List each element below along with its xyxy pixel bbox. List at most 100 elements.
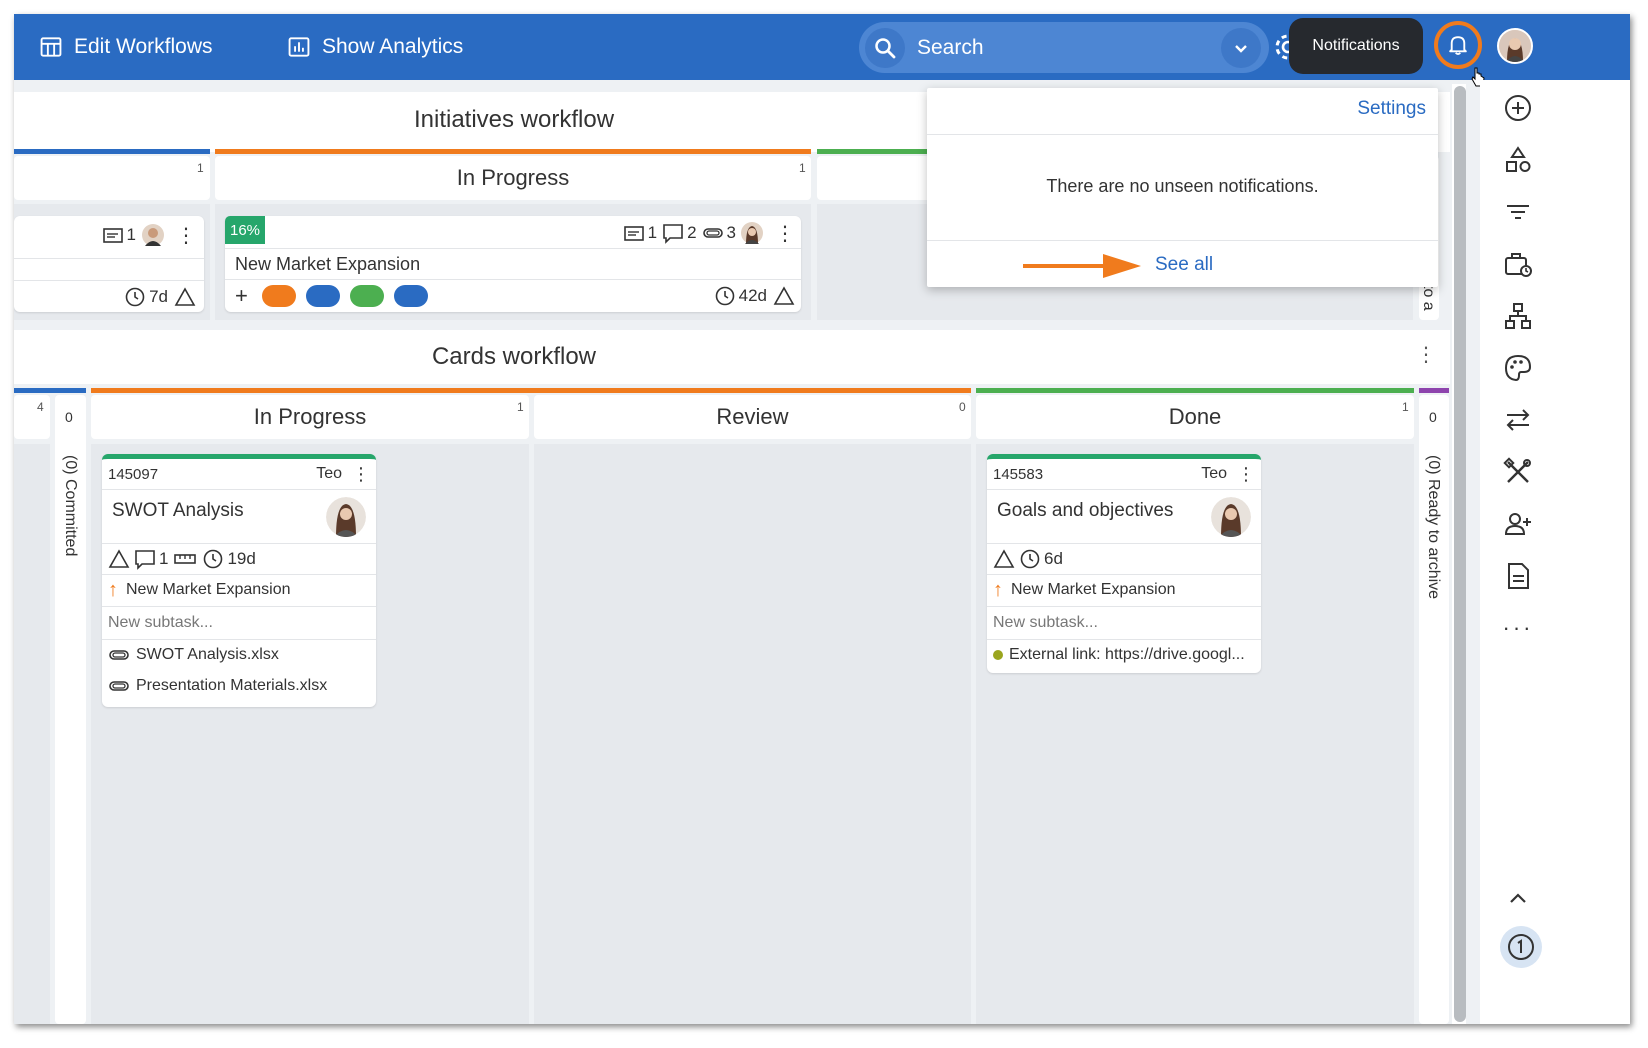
committed-column[interactable]: 0 (0) Committed [55, 395, 86, 1024]
see-all-link[interactable]: See all [1155, 254, 1213, 276]
search-icon[interactable] [865, 27, 905, 68]
tools-icon[interactable] [1500, 454, 1536, 490]
initiatives-col2-count: 1 [796, 161, 809, 175]
ready-to-archive-column[interactable]: 0 (0) Ready to archive [1419, 395, 1449, 1024]
attachments-count: 3 [726, 223, 736, 242]
link-dot-icon [993, 650, 1003, 660]
scrollbar-thumb[interactable] [1454, 86, 1466, 1022]
briefcase-clock-icon[interactable] [1500, 246, 1536, 282]
cards-col1-body [14, 444, 50, 1024]
initiatives-col2-bar [215, 149, 811, 154]
cards-col-review-header[interactable]: Review [534, 395, 971, 439]
app-frame: Edit Workflows Show Analytics Notificati… [14, 14, 1630, 1024]
tag-pill[interactable] [349, 285, 384, 307]
archive-label: (0) Ready to archive [1425, 455, 1442, 600]
paperclip-icon [108, 644, 130, 666]
warning-icon [993, 548, 1015, 570]
more-horizontal-icon[interactable]: ··· [1500, 610, 1536, 646]
initiatives-col1-header [14, 156, 210, 200]
cards-col-progress-bar [91, 388, 971, 393]
edit-workflows-label: Edit Workflows [74, 35, 213, 58]
more-icon[interactable]: ⋮ [352, 464, 370, 485]
review-count: 0 [956, 400, 969, 414]
top-bar: Edit Workflows Show Analytics Notificati… [14, 14, 1630, 80]
shapes-icon[interactable] [1500, 142, 1536, 178]
add-tag-icon[interactable]: + [235, 283, 248, 309]
task-card-swot[interactable]: 145097 Teo ⋮ SWOT Analysis 1 19d ↑ New M… [102, 454, 376, 707]
due-label: 6d [1044, 549, 1063, 568]
palette-icon[interactable] [1500, 350, 1536, 386]
arrow-up-icon: ↑ [993, 578, 1003, 601]
more-icon[interactable]: ⋮ [1237, 464, 1255, 485]
external-link-label: External link: https://drive.googl... [1009, 646, 1245, 663]
notifications-panel: Settings There are no unseen notificatio… [927, 88, 1438, 287]
notifications-settings-link[interactable]: Settings [1357, 98, 1426, 120]
help-button[interactable] [1500, 926, 1542, 968]
cards-col-done-header[interactable]: Done [976, 395, 1414, 439]
clock-icon [714, 285, 736, 307]
info-icon [1508, 934, 1534, 960]
initiatives-title: Initiatives workflow [413, 106, 615, 133]
due-label: 19d [227, 549, 256, 568]
document-icon[interactable] [1500, 558, 1536, 594]
new-subtask-input[interactable]: New subtask... [102, 609, 376, 637]
comments-count: 1 [159, 549, 169, 568]
paperclip-icon [108, 675, 130, 697]
chevron-down-icon[interactable] [1221, 28, 1261, 68]
bell-icon [1447, 34, 1469, 56]
tag-pill[interactable] [261, 285, 296, 307]
notes-icon [623, 222, 645, 244]
avatar [741, 222, 763, 244]
parent-link[interactable]: ↑ New Market Expansion [987, 576, 1261, 604]
notifications-button[interactable] [1434, 21, 1482, 69]
task-card-goals[interactable]: 145583 Teo ⋮ Goals and objectives 6d ↑ N… [987, 454, 1261, 673]
committed-count: 0 [65, 409, 73, 425]
attachment-item[interactable]: SWOT Analysis.xlsx [102, 641, 376, 669]
avatar [142, 224, 164, 246]
tag-pill[interactable] [393, 285, 428, 307]
filter-icon[interactable] [1500, 194, 1536, 230]
attachment-item[interactable]: Presentation Materials.xlsx [102, 672, 376, 700]
warning-icon [174, 286, 196, 308]
initiatives-right-vertical-label: to a [1420, 284, 1437, 311]
cards-col-done-bar [976, 388, 1414, 393]
review-body [534, 444, 971, 1024]
inprogress-label: In Progress [253, 404, 367, 429]
due-label: 42d [738, 286, 767, 305]
new-subtask-input[interactable]: New subtask... [987, 609, 1261, 637]
more-icon[interactable]: ⋮ [176, 223, 196, 248]
card-id: 145097 [108, 465, 159, 483]
right-sidebar: ··· [1480, 80, 1630, 1024]
table-icon [40, 36, 62, 58]
warning-icon [773, 285, 795, 307]
ruler-icon [174, 548, 197, 570]
show-analytics-button[interactable]: Show Analytics [288, 31, 463, 63]
swap-icon[interactable] [1500, 402, 1536, 438]
warning-icon [108, 548, 130, 570]
add-user-icon[interactable] [1500, 506, 1536, 542]
parent-label: New Market Expansion [126, 581, 291, 598]
card-id: 145583 [993, 465, 1044, 483]
add-circle-icon[interactable] [1500, 90, 1536, 126]
vertical-scrollbar[interactable] [1452, 84, 1466, 1024]
external-link-item[interactable]: External link: https://drive.googl... [987, 641, 1261, 669]
chevron-up-icon[interactable] [1500, 880, 1536, 916]
archive-count: 0 [1429, 409, 1437, 425]
user-avatar[interactable] [1497, 28, 1533, 64]
edit-workflows-button[interactable]: Edit Workflows [40, 31, 212, 63]
initiatives-left-card[interactable]: 1 ⋮ 7d [14, 216, 204, 312]
review-label: Review [716, 404, 789, 429]
notes-count: 1 [647, 223, 658, 242]
search-input[interactable] [915, 34, 1209, 61]
tag-pill[interactable] [305, 285, 340, 307]
cards-col-inprogress-header[interactable]: In Progress [91, 395, 529, 439]
hierarchy-icon[interactable] [1500, 298, 1536, 334]
more-icon[interactable]: ⋮ [775, 221, 795, 246]
initiative-card[interactable]: 16% 1 2 3 ⋮ New Market Expansion + 42d [225, 216, 801, 312]
clock-icon [1019, 548, 1041, 570]
cards-col1-count: 4 [34, 400, 47, 414]
parent-link[interactable]: ↑ New Market Expansion [102, 576, 376, 604]
initiatives-col2-header[interactable]: In Progress [215, 156, 811, 200]
cards-more-icon[interactable]: ⋮ [1416, 342, 1436, 367]
initiatives-col1-count: 1 [194, 161, 207, 175]
